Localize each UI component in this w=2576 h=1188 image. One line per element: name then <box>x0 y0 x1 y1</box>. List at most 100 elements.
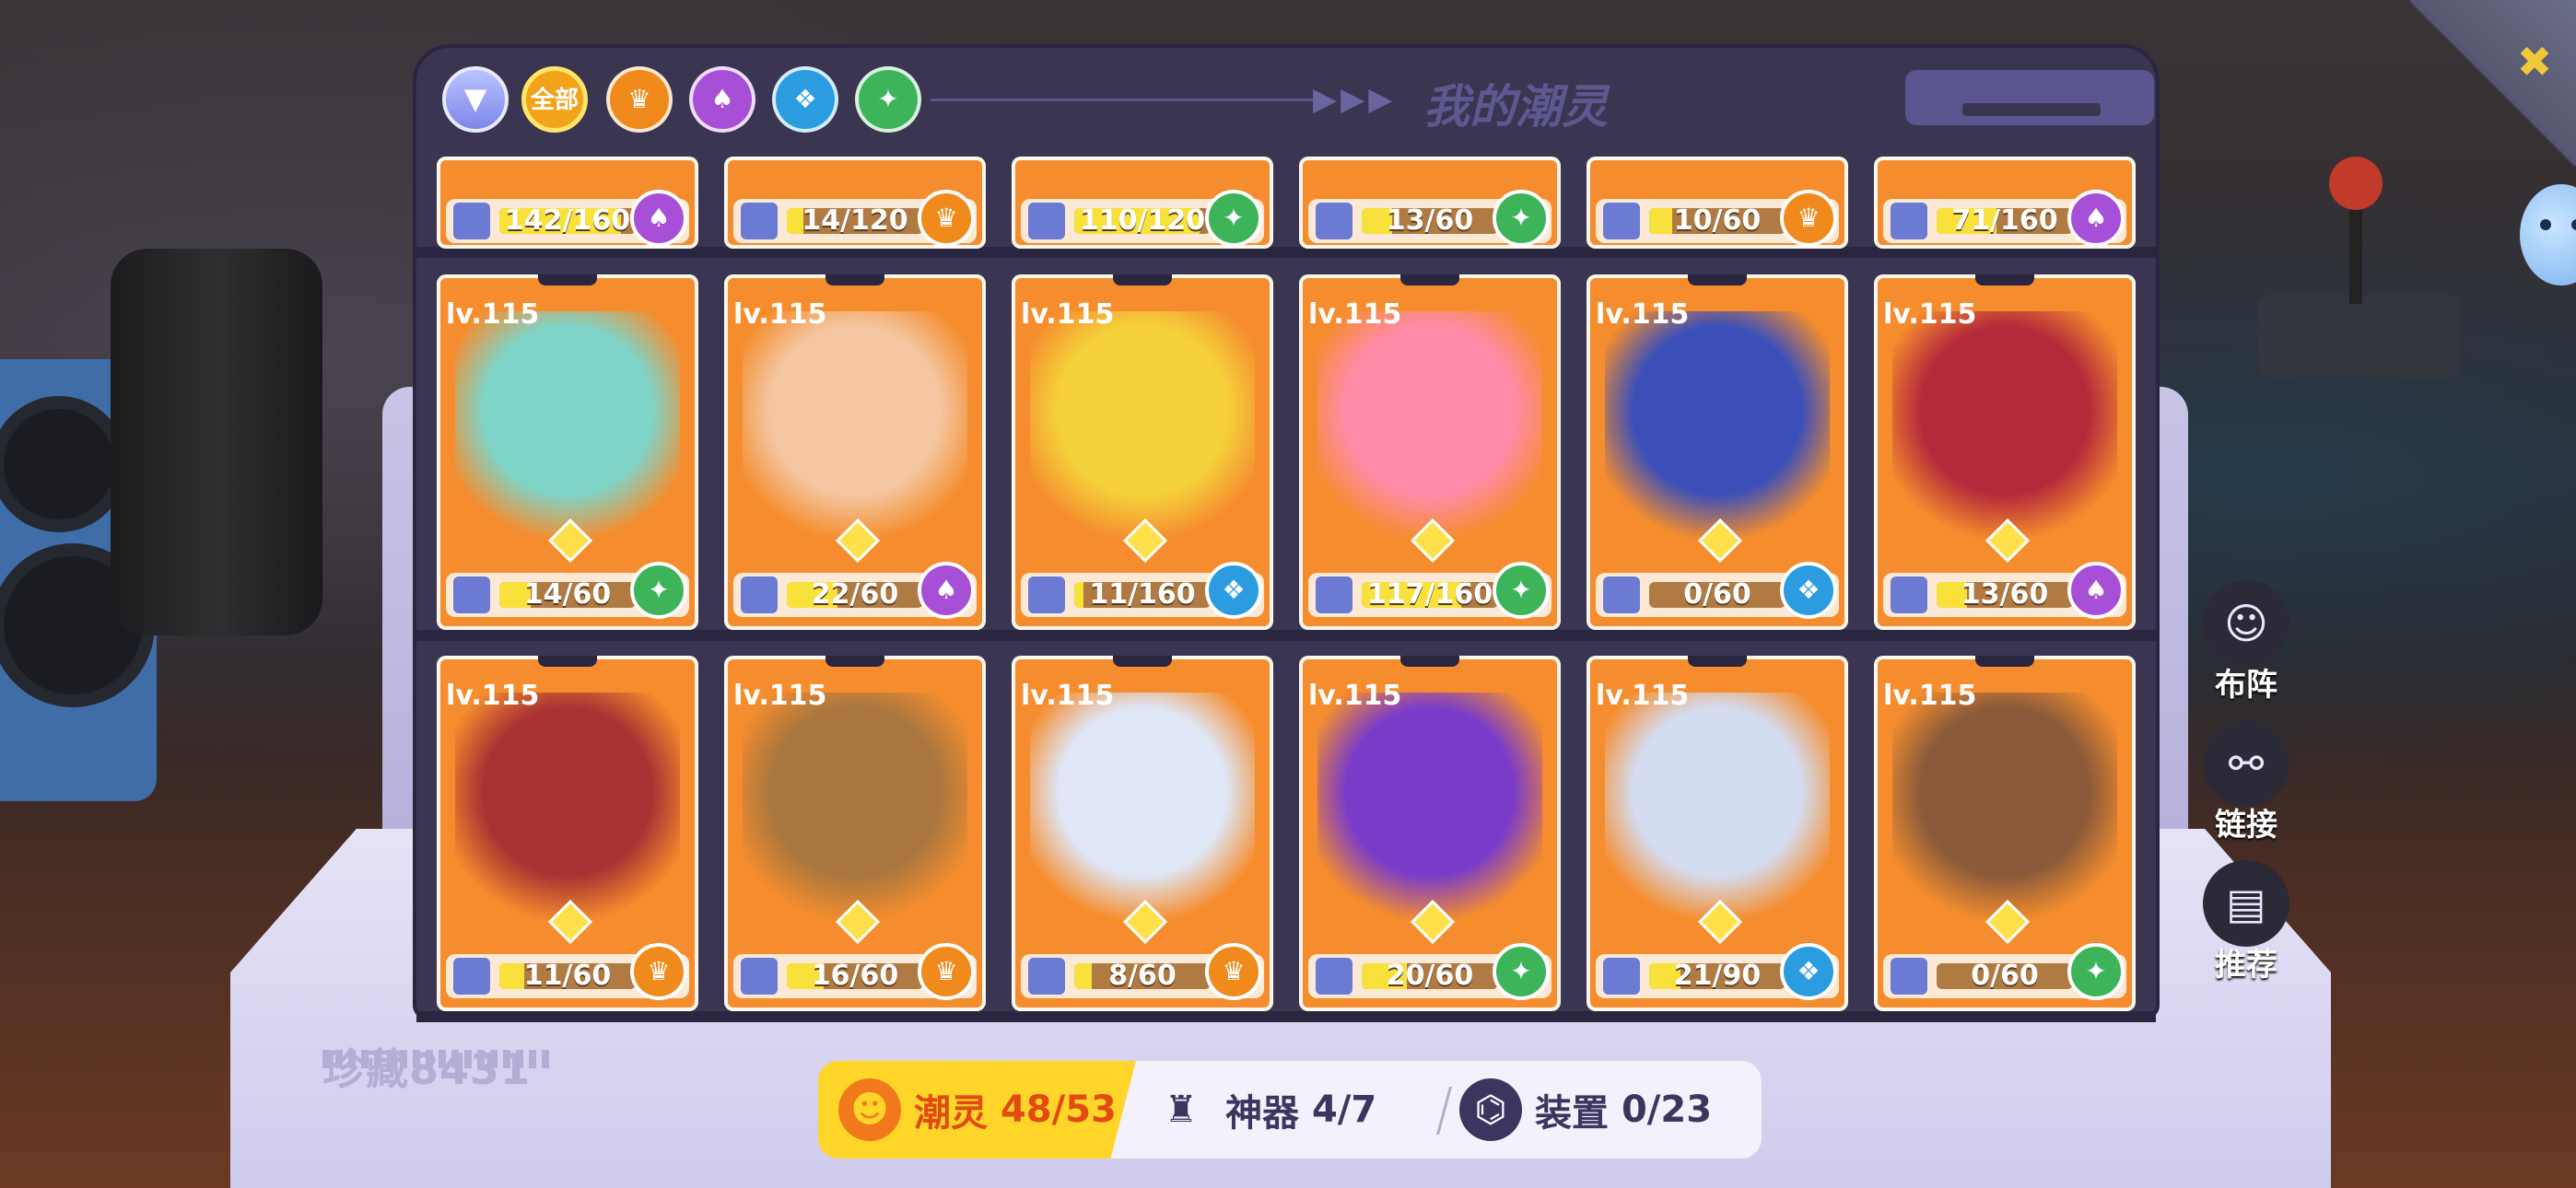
spirit-card[interactable]: lv.115 11/60 ♛ <box>437 656 698 1011</box>
clipboard-icon: ▤ <box>2203 860 2289 947</box>
spirits-label: 潮灵 <box>914 1092 988 1135</box>
spirit-card[interactable]: 13/60 ✦ <box>1299 157 1561 249</box>
link-icon: ⚯ <box>2203 720 2289 807</box>
purple-faction-icon: ♠ <box>2067 562 2125 619</box>
spirit-level: lv.115 <box>446 298 540 331</box>
shard-thumbnail <box>1316 577 1352 613</box>
joystick-decoration <box>2257 157 2460 378</box>
shard-thumbnail <box>1316 958 1352 995</box>
shard-thumbnail <box>1603 577 1640 613</box>
orange-faction-icon: ♛ <box>1205 943 1262 1000</box>
shard-thumbnail <box>1316 203 1352 239</box>
filter-blue-faction-button[interactable]: ❖ <box>772 66 838 133</box>
gear-stat[interactable]: ⌬ 装置 0/23 <box>1459 1061 1712 1159</box>
artifacts-stat[interactable]: ♜ 神器 4/7 <box>1150 1061 1376 1159</box>
shard-progress-bar: 110/120 ✦ <box>1021 190 1264 247</box>
spirit-card[interactable]: lv.115 0/60 ✦ <box>1874 656 2136 1011</box>
spirit-card[interactable]: 71/160 ♠ <box>1874 157 2136 249</box>
recommend-button[interactable]: ▤ 推荐 <box>2200 860 2292 984</box>
filter-green-faction-button[interactable]: ✦ <box>855 66 921 133</box>
link-button[interactable]: ⚯ 链接 <box>2200 720 2292 844</box>
spirit-card[interactable]: 142/160 ♠ <box>437 157 698 249</box>
filter-dropdown-button[interactable]: ▼ <box>442 66 509 133</box>
spirit-card[interactable]: lv.115 21/90 ❖ <box>1587 656 1848 1011</box>
blue-faction-icon: ❖ <box>793 84 817 114</box>
green-faction-icon: ✦ <box>1493 190 1550 247</box>
shard-count: 16/60 <box>811 960 899 992</box>
filter-orange-faction-button[interactable]: ♛ <box>606 66 673 133</box>
shard-thumbnail <box>741 958 778 995</box>
close-icon[interactable]: ✖ <box>2513 41 2556 83</box>
shard-progress-bar: 14/120 ♛ <box>733 190 977 247</box>
spirit-card[interactable]: lv.115 14/60 ✦ <box>437 274 698 630</box>
shard-progress-bar: 11/60 ♛ <box>446 943 689 1000</box>
spirit-card[interactable]: lv.115 117/160 ✦ <box>1299 274 1561 630</box>
spirit-card[interactable]: 14/120 ♛ <box>724 157 986 249</box>
shard-count: 110/120 <box>1079 204 1206 237</box>
shard-count: 8/60 <box>1108 960 1177 992</box>
cylinder-decoration <box>111 249 322 635</box>
spirit-card[interactable]: lv.115 16/60 ♛ <box>724 656 986 1011</box>
spirit-card[interactable]: lv.115 20/60 ✦ <box>1299 656 1561 1011</box>
shard-thumbnail <box>453 577 490 613</box>
header-divider <box>931 99 1317 101</box>
purple-faction-icon: ♠ <box>710 84 734 114</box>
formation-label: 布阵 <box>2215 667 2277 704</box>
shard-count: 71/160 <box>1951 204 2058 237</box>
spirit-level: lv.115 <box>1021 680 1115 712</box>
shard-thumbnail <box>1028 577 1065 613</box>
spirit-card[interactable]: lv.115 0/60 ❖ <box>1587 274 1848 630</box>
green-faction-icon: ✦ <box>630 562 687 619</box>
spirits-value: 48/53 <box>1000 1089 1117 1131</box>
shard-progress-bar: 20/60 ✦ <box>1308 943 1551 1000</box>
spirit-level: lv.115 <box>1308 680 1402 712</box>
shelf-divider <box>416 1011 2156 1022</box>
purple-faction-icon: ♠ <box>918 562 975 619</box>
shard-progress-bar: 13/60 ♠ <box>1883 562 2126 619</box>
shard-progress-bar: 71/160 ♠ <box>1883 190 2126 247</box>
orange-faction-icon: ♛ <box>630 943 687 1000</box>
spirit-card[interactable]: lv.115 13/60 ♠ <box>1874 274 2136 630</box>
spirit-card[interactable]: lv.115 11/160 ❖ <box>1012 274 1273 630</box>
filter-all-button[interactable]: 全部 <box>521 66 588 133</box>
card-notch <box>825 274 884 285</box>
green-faction-icon: ✦ <box>1493 943 1550 1000</box>
shard-thumbnail <box>453 203 490 239</box>
shard-progress-bar: 16/60 ♛ <box>733 943 977 1000</box>
green-faction-icon: ✦ <box>2067 943 2125 1000</box>
spirit-card[interactable]: 10/60 ♛ <box>1587 157 1848 249</box>
shard-thumbnail <box>1891 203 1927 239</box>
green-faction-icon: ✦ <box>1205 190 1262 247</box>
filter-purple-faction-button[interactable]: ♠ <box>689 66 755 133</box>
shard-progress-bar: 11/160 ❖ <box>1021 562 1264 619</box>
spirit-level: lv.115 <box>1596 298 1690 331</box>
spirit-level: lv.115 <box>1308 298 1402 331</box>
spirit-card[interactable]: lv.115 8/60 ♛ <box>1012 656 1273 1011</box>
spirit-card[interactable]: lv.115 22/60 ♠ <box>724 274 986 630</box>
recommend-label: 推荐 <box>2215 947 2277 984</box>
green-faction-icon: ✦ <box>1493 562 1550 619</box>
shard-thumbnail <box>1028 958 1065 995</box>
spirit-face-icon: ☻ <box>838 1078 901 1141</box>
spirit-card[interactable]: 110/120 ✦ <box>1012 157 1273 249</box>
formation-button[interactable]: ☺ 布阵 <box>2200 580 2292 705</box>
blue-faction-icon: ❖ <box>1780 943 1837 1000</box>
spirits-stat[interactable]: ☻ 潮灵 48/53 <box>838 1061 1117 1159</box>
shard-count: 14/60 <box>523 578 612 611</box>
header-tab-decoration <box>1905 70 2154 125</box>
gear-device-icon: ⌬ <box>1459 1078 1522 1141</box>
purple-faction-icon: ♠ <box>2067 190 2125 247</box>
shard-count: 0/60 <box>1683 578 1751 611</box>
gear-label: 装置 <box>1535 1092 1609 1135</box>
card-notch <box>1113 656 1172 667</box>
shard-thumbnail <box>1603 958 1640 995</box>
gear-value: 0/23 <box>1621 1089 1713 1131</box>
shard-count: 21/90 <box>1673 960 1762 992</box>
shard-progress-bar: 8/60 ♛ <box>1021 943 1264 1000</box>
artifacts-value: 4/7 <box>1311 1089 1377 1131</box>
shard-progress-bar: 0/60 ❖ <box>1596 562 1839 619</box>
shard-count: 11/60 <box>523 960 612 992</box>
shard-count: 117/160 <box>1366 578 1493 611</box>
collection-stats-bar: ☻ 潮灵 48/53 ♜ 神器 4/7 ⌬ 装置 0/23 <box>818 1061 1762 1159</box>
shard-progress-bar: 0/60 ✦ <box>1883 943 2126 1000</box>
